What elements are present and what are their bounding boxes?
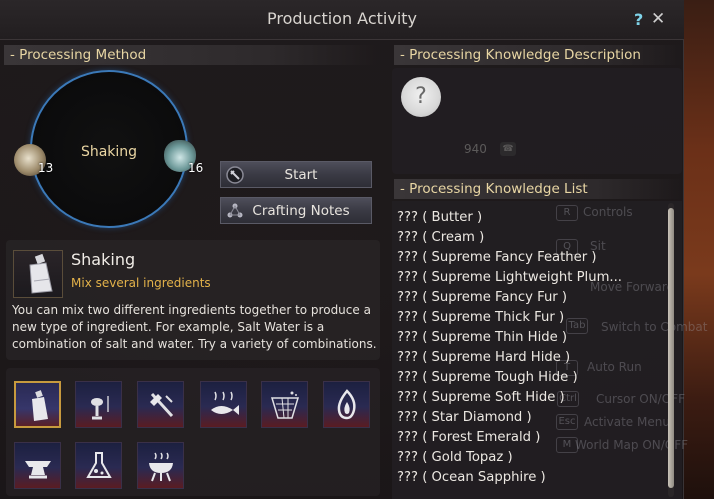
knowledge-description-header: - Processing Knowledge Description — [394, 45, 682, 65]
tool-chopping[interactable] — [137, 381, 184, 428]
unknown-knowledge-icon: ? — [401, 77, 441, 117]
hint-label: Activate Menu — [584, 415, 670, 429]
window-title: Production Activity — [266, 9, 418, 28]
tool-cooking[interactable] — [137, 442, 184, 489]
list-item[interactable]: ??? ( Star Diamond ) — [397, 410, 532, 425]
ingredient-left-count: 13 — [38, 161, 54, 175]
tool-filtering[interactable] — [261, 381, 308, 428]
list-item[interactable]: ??? ( Cream ) — [397, 230, 484, 245]
close-button[interactable]: ✕ — [651, 9, 665, 29]
hint-key: Tab — [566, 318, 588, 334]
phone-icon: ☎ — [500, 142, 516, 156]
start-label: Start — [284, 167, 318, 183]
tool-smithing[interactable] — [14, 442, 61, 489]
list-item[interactable]: ??? ( Supreme Hard Hide ) — [397, 350, 570, 365]
list-item[interactable]: ??? ( Supreme Soft Hide ) — [397, 390, 565, 405]
help-button[interactable]: ? — [634, 10, 643, 29]
tool-alchemy[interactable] — [75, 442, 122, 489]
method-description: You can mix two different ingredients to… — [12, 303, 377, 351]
hint-key: Esc — [556, 414, 578, 430]
bottle-icon — [32, 390, 48, 421]
ingredient-right-count: 16 — [188, 161, 204, 175]
list-item[interactable]: ??? ( Ocean Sapphire ) — [397, 470, 546, 485]
hint-key: R — [556, 205, 578, 221]
method-name: Shaking — [71, 250, 136, 269]
list-item[interactable]: ??? ( Forest Emerald ) — [397, 430, 540, 445]
knowledge-list-header: - Processing Knowledge List — [394, 179, 682, 199]
list-item[interactable]: ??? ( Supreme Tough Hide ) — [397, 370, 578, 385]
anvil-icon — [25, 461, 51, 479]
flame-icon — [337, 389, 356, 420]
title-bar[interactable]: Production Activity ? ✕ — [0, 0, 684, 40]
knowledge-value: 940 — [464, 142, 487, 156]
bottle-icon — [13, 250, 63, 298]
hint-label: Controls — [583, 205, 633, 219]
crafting-notes-button[interactable]: Crafting Notes — [220, 197, 372, 224]
tool-heating[interactable] — [323, 381, 370, 428]
mortar-icon — [91, 396, 109, 420]
net-icon — [270, 391, 300, 419]
list-item[interactable]: ??? ( Supreme Thick Fur ) — [397, 310, 564, 325]
list-item[interactable]: ??? ( Supreme Fancy Fur ) — [397, 290, 567, 305]
tool-shaking[interactable] — [14, 381, 61, 428]
tool-grinding[interactable] — [75, 381, 122, 428]
hint-label: Switch to Combat — [601, 320, 708, 334]
list-item[interactable]: ??? ( Supreme Fancy Feather ) — [397, 250, 597, 265]
list-scrollbar-thumb[interactable] — [668, 208, 674, 488]
grill-icon — [149, 452, 173, 482]
method-subtitle: Mix several ingredients — [71, 276, 211, 290]
hint-label: Auto Run — [587, 360, 642, 374]
list-item[interactable]: ??? ( Supreme Lightweight Plum... — [397, 270, 622, 285]
axe-icon — [150, 392, 174, 418]
background-world — [684, 0, 714, 499]
fish-icon — [211, 391, 239, 415]
start-button[interactable]: Start — [220, 161, 372, 188]
flask-icon — [86, 452, 112, 478]
list-item[interactable]: ??? ( Supreme Thin Hide ) — [397, 330, 567, 345]
crafting-notes-label: Crafting Notes — [252, 203, 350, 219]
list-item[interactable]: ??? ( Gold Topaz ) — [397, 450, 513, 465]
tool-drying[interactable] — [200, 381, 247, 428]
processing-method-header: - Processing Method — [4, 45, 378, 65]
list-item[interactable]: ??? ( Butter ) — [397, 210, 482, 225]
